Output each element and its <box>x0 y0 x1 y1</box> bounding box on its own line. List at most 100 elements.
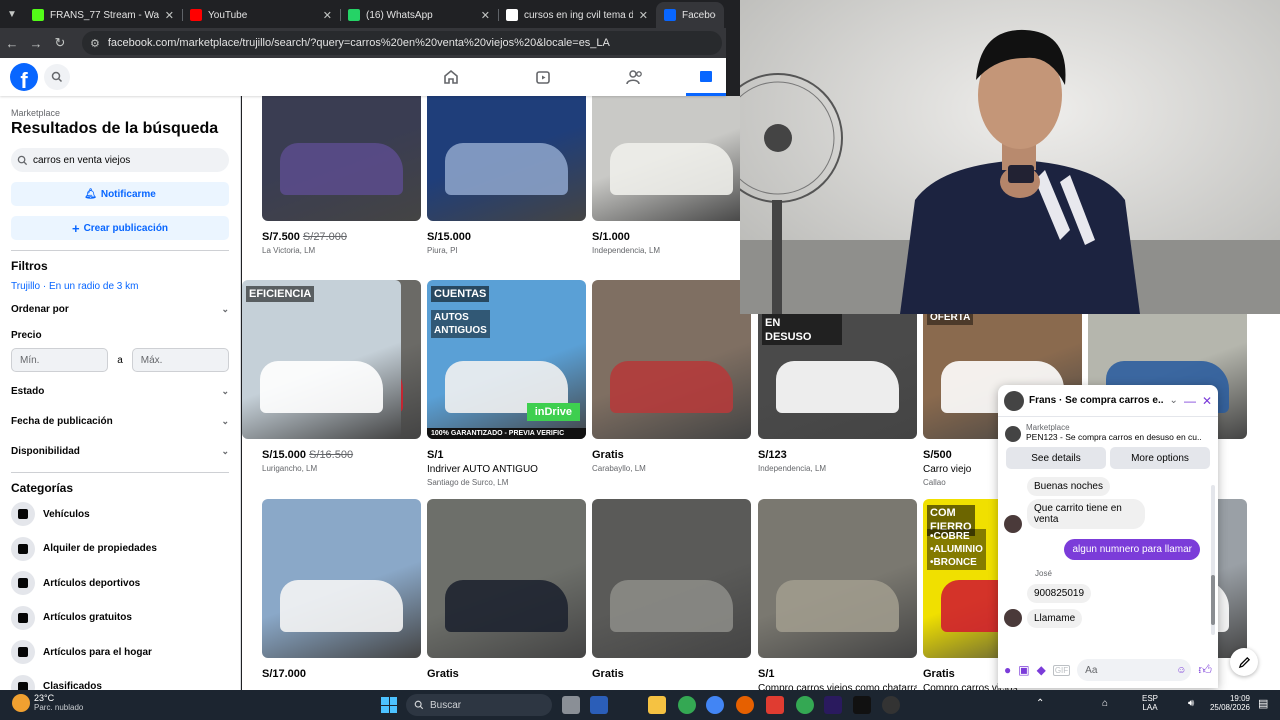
taskbar-search[interactable]: Buscar <box>406 694 552 716</box>
file-explorer-icon[interactable] <box>648 696 666 714</box>
messenger-chat-window[interactable]: Frans · Se compra carros e... ⌄ — ✕ Mark… <box>998 385 1218 688</box>
chat-scroll-thumb[interactable] <box>1211 575 1215 625</box>
listing-photo[interactable] <box>427 96 586 221</box>
date-dropdown[interactable]: Fecha de publicación ⌄ <box>11 406 229 436</box>
marketplace-search-input[interactable]: carros en venta viejos <box>11 148 229 172</box>
tray-network-icon[interactable]: ⌂ <box>1102 698 1108 709</box>
browser-tab[interactable]: Facebook <box>656 2 724 28</box>
address-bar[interactable]: ⚙ facebook.com/marketplace/trujillo/sear… <box>82 31 722 55</box>
sort-dropdown[interactable]: Ordenar por ⌄ <box>11 294 229 324</box>
listing-card[interactable]: Gratis <box>427 499 586 680</box>
new-message-button[interactable] <box>1230 648 1258 676</box>
breadcrumb[interactable]: Marketplace <box>11 108 229 118</box>
obs-icon[interactable] <box>882 696 900 714</box>
sticker-icon[interactable]: ◆ <box>1037 663 1046 677</box>
price-min-input[interactable]: Mín. <box>11 348 109 372</box>
forward-arrow-icon[interactable]: → <box>24 36 48 51</box>
clock[interactable]: 19:09 25/08/2026 <box>1208 694 1250 712</box>
image-icon[interactable]: ▣ <box>1018 663 1029 677</box>
browser-tab[interactable]: cursos en ing cvil tema de cfaul ✕ <box>498 2 656 28</box>
notification-bell-icon[interactable]: ▤ <box>1258 697 1268 710</box>
mic-icon[interactable]: ● <box>1004 663 1011 677</box>
minimize-icon[interactable]: — <box>1184 394 1196 408</box>
message-input[interactable]: Aa ☺ <box>1077 659 1192 681</box>
category-item[interactable]: Vehículos <box>11 497 229 532</box>
chat-title[interactable]: Frans · Se compra carros e... <box>1029 395 1164 406</box>
listing-card[interactable]: Gratis Carabayllo, LM <box>592 280 751 473</box>
listing-card[interactable]: S/15.000 Piura, PI <box>427 96 586 255</box>
nav-friends[interactable] <box>605 58 665 96</box>
listing-photo[interactable] <box>427 499 586 658</box>
create-listing-button[interactable]: + Crear publicación <box>11 216 229 240</box>
listing-photo[interactable] <box>758 499 917 658</box>
chat-scrollbar[interactable] <box>1211 485 1215 635</box>
availability-dropdown[interactable]: Disponibilidad ⌄ <box>11 436 229 466</box>
pdf-reader-icon[interactable] <box>766 696 784 714</box>
listing-photo[interactable]: CUENTAS AUTOS ANTIGUOS inDrive 100% GARANTI… <box>427 280 586 439</box>
category-item[interactable]: Alquiler de propiedades <box>11 532 229 567</box>
category-item[interactable]: Artículos deportivos <box>11 566 229 601</box>
state-dropdown[interactable]: Estado ⌄ <box>11 376 229 406</box>
volume-icon[interactable]: 🔊︎ <box>1188 698 1194 709</box>
listing-photo[interactable] <box>592 280 751 439</box>
location-filter-link[interactable]: Trujillo · En un radio de 3 km <box>11 281 229 292</box>
listing-card[interactable]: S/1.000 Independencia, LM <box>592 96 751 255</box>
listing-photo[interactable]: EFICIENCIA <box>242 280 401 439</box>
firefox-icon[interactable] <box>736 696 754 714</box>
category-item[interactable]: Clasificados <box>11 670 229 690</box>
chrome-active-icon[interactable] <box>796 696 814 714</box>
language-indicator[interactable]: ESP LAA <box>1142 694 1158 712</box>
thumbs-up-icon[interactable]: 👍︎ <box>1198 662 1212 678</box>
nav-video[interactable] <box>513 58 573 96</box>
price-max-input[interactable]: Máx. <box>131 348 229 372</box>
close-tab-icon[interactable]: ✕ <box>481 9 490 22</box>
listing-card[interactable]: CUENTAS AUTOS ANTIGUOS inDrive 100% GARANTI… <box>427 280 586 487</box>
tab-search-chevron-icon[interactable]: ▼ <box>0 0 24 28</box>
gif-icon[interactable]: GIF <box>1052 664 1071 676</box>
weather-widget[interactable]: 23°C Parc. nublado <box>12 693 83 712</box>
see-details-button[interactable]: See details <box>1006 447 1106 469</box>
start-button[interactable] <box>381 697 397 713</box>
listing-title[interactable]: Compro carros viejos como chatarra <box>758 683 917 690</box>
nav-marketplace[interactable] <box>686 58 726 96</box>
reload-icon[interactable]: ↻ <box>48 35 72 51</box>
listing-card[interactable]: S/7.500 S/27.000 La Victoria, LM <box>262 96 421 255</box>
listing-photo[interactable] <box>262 499 421 658</box>
chat-header[interactable]: Frans · Se compra carros e... ⌄ — ✕ <box>998 385 1218 417</box>
listing-card[interactable]: EFICIENCIA <box>242 280 401 439</box>
category-item[interactable]: Artículos gratuitos <box>11 601 229 636</box>
chrome-profile-icon[interactable] <box>706 696 724 714</box>
notify-button[interactable]: 🔔︎ Notificarme <box>11 182 229 206</box>
premiere-icon[interactable] <box>824 696 842 714</box>
chevron-down-icon[interactable]: ⌄ <box>1170 395 1178 406</box>
browser-tab[interactable]: (16) WhatsApp ✕ <box>340 2 498 28</box>
browser-tab[interactable]: YouTube ✕ <box>182 2 340 28</box>
close-tab-icon[interactable]: ✕ <box>639 9 648 22</box>
listing-card[interactable]: S/1 Compro carros viejos como chatarra <box>758 499 917 690</box>
listing-photo[interactable] <box>262 96 421 221</box>
listing-card[interactable]: S/17.000 <box>262 499 421 680</box>
emoji-icon[interactable]: ☺ <box>1176 665 1186 676</box>
browser-tab[interactable]: FRANS_77 Stream - Watch Live ✕ <box>24 2 182 28</box>
listing-photo[interactable] <box>592 499 751 658</box>
chrome-icon[interactable] <box>678 696 696 714</box>
listing-title[interactable]: Indriver AUTO ANTIGUO <box>427 464 586 475</box>
avatar[interactable] <box>1004 390 1024 411</box>
listing-card[interactable]: Gratis <box>592 499 751 680</box>
listing-photo[interactable] <box>592 96 751 221</box>
close-tab-icon[interactable]: ✕ <box>323 9 332 22</box>
back-arrow-icon[interactable]: ← <box>0 36 24 51</box>
more-options-button[interactable]: More options <box>1110 447 1210 469</box>
site-settings-icon[interactable]: ⚙ <box>90 37 100 50</box>
close-icon[interactable]: ✕ <box>1202 394 1212 408</box>
nav-home[interactable] <box>421 58 481 96</box>
task-view-icon[interactable] <box>562 696 580 714</box>
category-item[interactable]: Artículos para el hogar <box>11 635 229 670</box>
sender-avatar[interactable] <box>1004 515 1022 533</box>
tray-chevron-icon[interactable]: ⌃ <box>1036 698 1044 709</box>
facebook-search-button[interactable] <box>44 64 70 90</box>
facebook-logo-icon[interactable]: f <box>10 63 38 91</box>
tiktok-icon[interactable] <box>853 696 871 714</box>
word-icon[interactable] <box>590 696 608 714</box>
close-tab-icon[interactable]: ✕ <box>165 9 174 22</box>
